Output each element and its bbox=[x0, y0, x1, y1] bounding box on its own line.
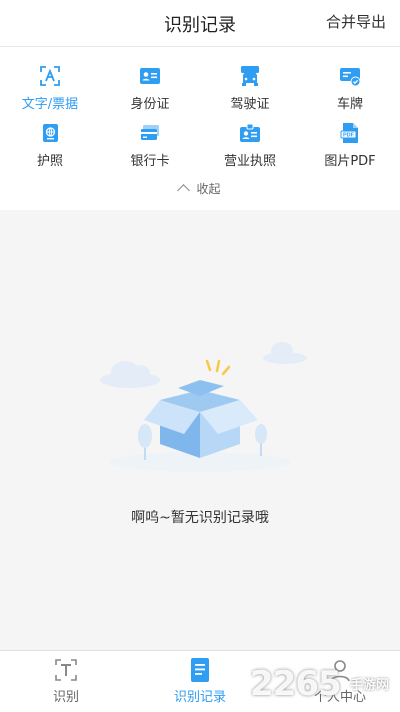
top-header: 识别记录 合并导出 bbox=[0, 0, 400, 47]
category-label: 图片PDF bbox=[324, 154, 376, 169]
category-image-pdf[interactable]: PDF 图片PDF bbox=[300, 121, 400, 169]
bank-card-icon bbox=[141, 125, 159, 140]
tab-records[interactable]: 识别记录 bbox=[150, 657, 250, 705]
collapse-toggle[interactable]: 收起 bbox=[0, 180, 400, 197]
license-plate-icon bbox=[340, 68, 361, 87]
empty-state: 啊呜~暂无识别记录哦 bbox=[0, 210, 400, 650]
chevron-up-icon bbox=[177, 184, 191, 197]
document-icon bbox=[191, 658, 209, 682]
tab-recognize[interactable]: 识别 bbox=[16, 657, 116, 705]
text-scan-icon bbox=[40, 66, 60, 86]
business-license-icon bbox=[240, 123, 260, 142]
category-id-card[interactable]: 身份证 bbox=[100, 64, 200, 112]
passport-icon bbox=[43, 124, 58, 142]
category-license-plate[interactable]: 车牌 bbox=[300, 64, 400, 112]
empty-box-illustration bbox=[100, 342, 307, 472]
watermark-site: 手游网 bbox=[350, 678, 390, 693]
merge-export-button[interactable]: 合并导出 bbox=[326, 11, 386, 32]
category-label: 驾驶证 bbox=[230, 97, 270, 112]
pdf-icon: PDF bbox=[340, 123, 358, 143]
tab-label: 识别 bbox=[52, 690, 79, 705]
category-text-receipt[interactable]: 文字/票据 bbox=[0, 64, 100, 112]
category-label: 车牌 bbox=[336, 97, 363, 112]
empty-message: 啊呜~暂无识别记录哦 bbox=[131, 510, 269, 526]
category-business-license[interactable]: 营业执照 bbox=[200, 121, 300, 169]
category-driver-license[interactable]: 驾驶证 bbox=[200, 64, 300, 112]
category-label: 营业执照 bbox=[223, 154, 276, 169]
category-label: 文字/票据 bbox=[21, 97, 79, 112]
id-card-icon bbox=[140, 68, 160, 84]
category-label: 护照 bbox=[36, 154, 63, 169]
car-license-icon bbox=[241, 66, 259, 86]
svg-text:PDF: PDF bbox=[343, 133, 355, 139]
category-grid: 文字/票据 身份证 驾驶证 车牌 护照 银行卡 营业执照 PDF 图片PDF 收… bbox=[0, 47, 400, 210]
category-bank-card[interactable]: 银行卡 bbox=[100, 121, 200, 169]
watermark-logo: 2265 手游网 bbox=[250, 660, 400, 705]
tab-label: 识别记录 bbox=[173, 690, 226, 705]
category-label: 身份证 bbox=[130, 97, 170, 112]
category-label: 银行卡 bbox=[130, 154, 170, 169]
category-passport[interactable]: 护照 bbox=[0, 121, 100, 169]
text-t-icon bbox=[55, 659, 77, 681]
watermark-number: 2265 bbox=[250, 664, 342, 704]
collapse-label: 收起 bbox=[196, 182, 221, 196]
